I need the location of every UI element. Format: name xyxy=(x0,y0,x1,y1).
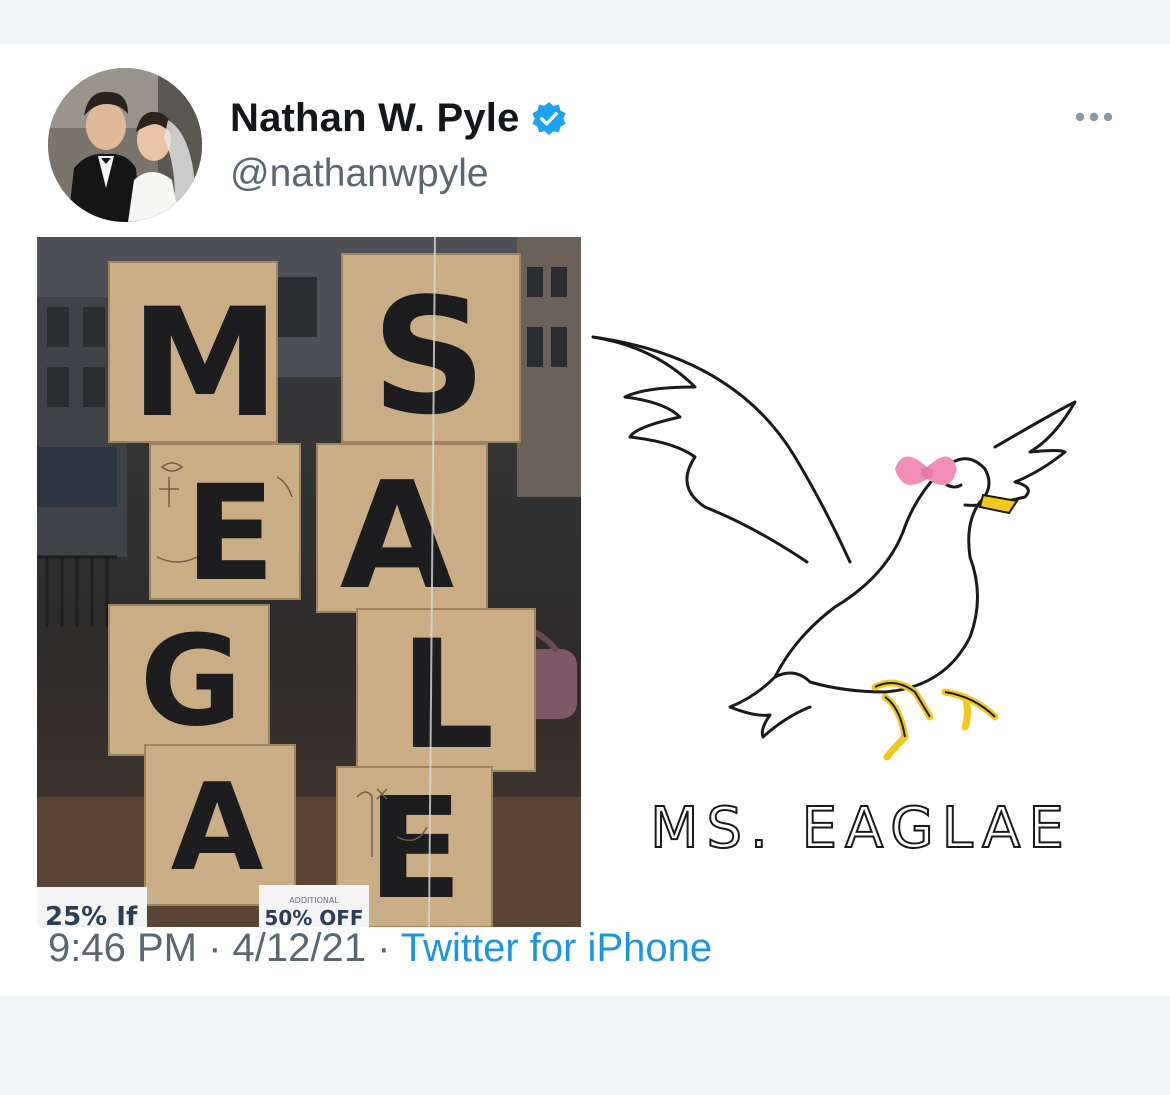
tweet-media[interactable]: M S E A G L A E 25% If ADDITIONAL 50% OF… xyxy=(37,237,1137,927)
sign-left-text: 25% If xyxy=(45,902,138,927)
meta-separator: · xyxy=(208,926,222,970)
tweet-source-link[interactable]: Twitter for iPhone xyxy=(401,926,712,970)
store-window-image: M S E A G L A E 25% If ADDITIONAL 50% OF… xyxy=(37,237,581,927)
author-row: Nathan W. Pyle xyxy=(230,96,568,141)
eagle-drawing[interactable]: MS. EAGLAE xyxy=(585,237,1137,927)
box-letter-a: A xyxy=(340,450,455,622)
meta-separator-2: · xyxy=(377,926,391,970)
tweet-card: Nathan W. Pyle @nathanwpyle M S E A G L … xyxy=(0,44,1170,996)
box-letter-g: G xyxy=(140,609,243,754)
sign-right-small-text: ADDITIONAL xyxy=(289,896,339,905)
sign-right-text: 50% OFF xyxy=(264,906,363,927)
verified-badge-icon xyxy=(531,101,566,135)
drawing-caption: MS. EAGLAE xyxy=(650,796,1072,861)
tweet-metadata: 9:46 PM · 4/12/21 · Twitter for iPhone xyxy=(48,926,712,971)
store-window-photo[interactable]: M S E A G L A E 25% If ADDITIONAL 50% OF… xyxy=(37,237,581,927)
box-letter-m: M xyxy=(130,277,279,451)
avatar-photo xyxy=(48,68,202,222)
box-letter-e2: E xyxy=(367,768,463,927)
display-name[interactable]: Nathan W. Pyle xyxy=(230,96,520,141)
box-letter-a2: A xyxy=(171,759,264,898)
tweet-time[interactable]: 9:46 PM xyxy=(48,926,197,970)
box-letter-e: E xyxy=(185,457,275,611)
box-letter-s: S xyxy=(371,263,486,450)
more-options-icon[interactable] xyxy=(1070,102,1118,132)
user-handle[interactable]: @nathanwpyle xyxy=(230,152,489,196)
avatar[interactable] xyxy=(48,68,202,222)
box-letter-l: L xyxy=(399,609,495,783)
tweet-date[interactable]: 4/12/21 xyxy=(233,926,366,970)
eagle-illustration: MS. EAGLAE xyxy=(585,237,1137,927)
